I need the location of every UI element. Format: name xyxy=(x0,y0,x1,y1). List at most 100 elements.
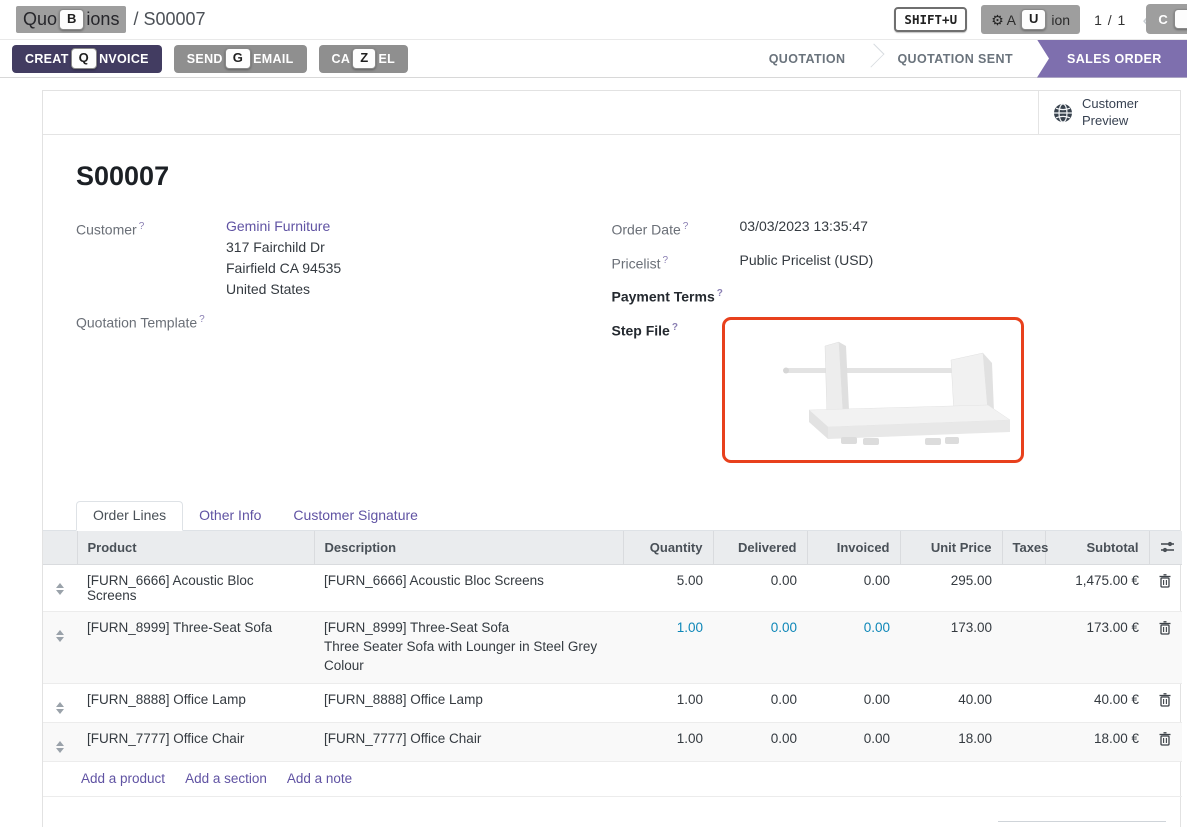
column-header-subtotal[interactable]: Subtotal xyxy=(1045,531,1149,565)
handle-column-header xyxy=(43,531,77,565)
drag-handle-icon[interactable] xyxy=(56,583,64,595)
optional-columns-button[interactable] xyxy=(1149,531,1182,565)
create-invoice-button[interactable]: CREATQNVOICE xyxy=(12,45,162,73)
cell-subtotal: 1,475.00 € xyxy=(1045,564,1149,611)
cell-description[interactable]: [FURN_8888] Office Lamp xyxy=(314,683,623,722)
column-header-product[interactable]: Product xyxy=(77,531,314,565)
cell-taxes[interactable] xyxy=(1002,611,1045,683)
status-step-quotation[interactable]: QUOTATION xyxy=(749,40,866,78)
cell-quantity[interactable]: 1.00 xyxy=(623,611,713,683)
tab-other-info[interactable]: Other Info xyxy=(183,502,277,530)
cell-taxes[interactable] xyxy=(1002,683,1045,722)
status-separator-icon xyxy=(865,40,877,78)
customer-value: Gemini Furniture 317 Fairchild Dr Fairfi… xyxy=(226,216,341,300)
order-total: Total: 1,706.00 € xyxy=(998,821,1166,827)
table-row[interactable]: [FURN_7777] Office Chair [FURN_7777] Off… xyxy=(43,722,1182,761)
delete-row-button[interactable] xyxy=(1149,683,1182,722)
help-icon: ? xyxy=(199,314,205,325)
cell-product[interactable]: [FURN_6666] Acoustic Bloc Screens xyxy=(77,564,314,611)
cell-delivered[interactable]: 0.00 xyxy=(713,722,807,761)
cell-delivered[interactable]: 0.00 xyxy=(713,564,807,611)
keyboard-hint-badge: U xyxy=(1021,9,1046,30)
drag-handle-icon[interactable] xyxy=(56,630,64,642)
column-header-description[interactable]: Description xyxy=(314,531,623,565)
customer-link[interactable]: Gemini Furniture xyxy=(226,218,330,234)
table-row[interactable]: [FURN_8888] Office Lamp [FURN_8888] Offi… xyxy=(43,683,1182,722)
cell-description-variant: Three Seater Sofa with Lounger in Steel … xyxy=(324,637,613,675)
column-header-invoiced[interactable]: Invoiced xyxy=(807,531,900,565)
help-icon: ? xyxy=(717,288,723,299)
cell-taxes[interactable] xyxy=(1002,722,1045,761)
step-file-image[interactable] xyxy=(722,317,1024,463)
pricelist-label: Pricelist? xyxy=(612,250,740,275)
cell-subtotal: 18.00 € xyxy=(1045,722,1149,761)
clipped-right-button[interactable]: C xyxy=(1146,4,1187,34)
action-menu-button[interactable]: ⚙AUion xyxy=(981,5,1080,34)
pricelist-value[interactable]: Public Pricelist (USD) xyxy=(740,250,874,275)
sliders-icon xyxy=(1160,540,1175,554)
cell-quantity[interactable]: 1.00 xyxy=(623,722,713,761)
button-label: CREAT xyxy=(25,52,69,66)
cell-invoiced[interactable]: 0.00 xyxy=(807,683,900,722)
column-header-delivered[interactable]: Delivered xyxy=(713,531,807,565)
cell-unit-price[interactable]: 40.00 xyxy=(900,683,1002,722)
cell-subtotal: 40.00 € xyxy=(1045,683,1149,722)
customer-address-line: United States xyxy=(226,279,341,300)
cell-description[interactable]: [FURN_6666] Acoustic Bloc Screens xyxy=(314,564,623,611)
cell-unit-price[interactable]: 295.00 xyxy=(900,564,1002,611)
table-row[interactable]: [FURN_6666] Acoustic Bloc Screens [FURN_… xyxy=(43,564,1182,611)
cell-invoiced[interactable]: 0.00 xyxy=(807,564,900,611)
add-a-note-link[interactable]: Add a note xyxy=(287,771,352,786)
tab-customer-signature[interactable]: Customer Signature xyxy=(277,502,434,530)
column-header-unit-price[interactable]: Unit Price xyxy=(900,531,1002,565)
cell-quantity[interactable]: 1.00 xyxy=(623,683,713,722)
cell-product[interactable]: [FURN_8888] Office Lamp xyxy=(77,683,314,722)
clipped-button-label: C xyxy=(1158,12,1167,27)
cancel-button[interactable]: CAZEL xyxy=(319,45,408,73)
trash-icon xyxy=(1159,621,1171,635)
drag-handle-icon[interactable] xyxy=(56,702,64,714)
field-step-file: Step File? xyxy=(612,317,1148,463)
cell-delivered[interactable]: 0.00 xyxy=(713,611,807,683)
order-date-label: Order Date? xyxy=(612,216,740,241)
add-a-section-link[interactable]: Add a section xyxy=(185,771,267,786)
field-quotation-template: Quotation Template? xyxy=(76,309,612,334)
field-column-left: Customer? Gemini Furniture 317 Fairchild… xyxy=(76,216,612,472)
order-lines-table: Product Description Quantity Delivered I… xyxy=(43,531,1182,797)
cell-description[interactable]: [FURN_7777] Office Chair xyxy=(314,722,623,761)
status-step-quotation-sent[interactable]: QUOTATION SENT xyxy=(877,40,1033,78)
delete-row-button[interactable] xyxy=(1149,722,1182,761)
cell-product[interactable]: [FURN_8999] Three-Seat Sofa xyxy=(77,611,314,683)
status-step-sales-order[interactable]: SALES ORDER xyxy=(1037,40,1187,78)
drag-handle-icon[interactable] xyxy=(56,741,64,753)
button-label: EL xyxy=(378,52,395,66)
table-header-row: Product Description Quantity Delivered I… xyxy=(43,531,1182,565)
cell-invoiced[interactable]: 0.00 xyxy=(807,722,900,761)
keyboard-hint-badge: B xyxy=(59,9,84,30)
cell-unit-price[interactable]: 18.00 xyxy=(900,722,1002,761)
step-file-3d-preview xyxy=(725,320,1021,460)
trash-icon xyxy=(1159,732,1171,746)
button-label: CA xyxy=(332,52,351,66)
cell-description[interactable]: [FURN_8999] Three-Seat Sofa Three Seater… xyxy=(314,611,623,683)
add-a-product-link[interactable]: Add a product xyxy=(81,771,165,786)
column-header-quantity[interactable]: Quantity xyxy=(623,531,713,565)
breadcrumb-current: / S00007 xyxy=(133,9,205,30)
cell-delivered[interactable]: 0.00 xyxy=(713,683,807,722)
cell-quantity[interactable]: 5.00 xyxy=(623,564,713,611)
column-header-taxes[interactable]: Taxes xyxy=(1002,531,1045,565)
delete-row-button[interactable] xyxy=(1149,564,1182,611)
customer-preview-button[interactable]: Customer Preview xyxy=(1038,91,1180,134)
delete-row-button[interactable] xyxy=(1149,611,1182,683)
cell-subtotal: 173.00 € xyxy=(1045,611,1149,683)
cell-taxes[interactable] xyxy=(1002,564,1045,611)
cell-product[interactable]: [FURN_7777] Office Chair xyxy=(77,722,314,761)
table-row[interactable]: [FURN_8999] Three-Seat Sofa [FURN_8999] … xyxy=(43,611,1182,683)
breadcrumb-section-post: ions xyxy=(86,9,119,30)
order-date-value[interactable]: 03/03/2023 13:35:47 xyxy=(740,216,868,241)
cell-unit-price[interactable]: 173.00 xyxy=(900,611,1002,683)
tab-order-lines[interactable]: Order Lines xyxy=(76,501,183,531)
send-email-button[interactable]: SENDGEMAIL xyxy=(174,45,307,73)
cell-invoiced[interactable]: 0.00 xyxy=(807,611,900,683)
breadcrumb-quotations-link[interactable]: QuoBions xyxy=(16,6,126,33)
